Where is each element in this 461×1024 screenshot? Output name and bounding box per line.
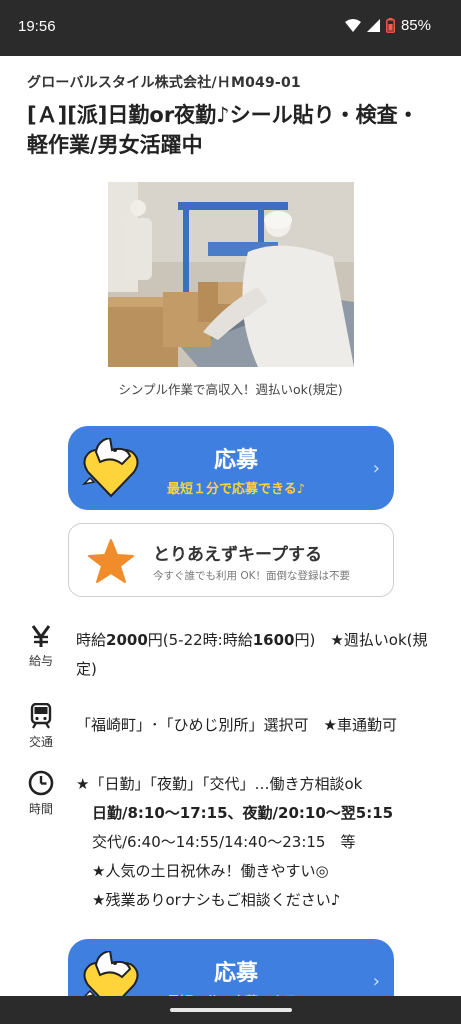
salary-amount: 2000 <box>106 631 148 649</box>
salary-text: 時給2000円(5-22時:時給1600円) ★週払いok(規定) <box>76 626 436 684</box>
company-name: グローバルスタイル株式会社/ＨM049-01 <box>27 75 301 91</box>
chevron-right-icon: › <box>372 971 380 992</box>
train-icon <box>26 703 56 729</box>
battery-percent: 85% <box>400 17 431 34</box>
clock-icon <box>26 770 56 796</box>
transport-label: 交通 <box>28 735 53 749</box>
home-handle[interactable] <box>170 1008 292 1012</box>
status-icons: 85% <box>344 17 431 34</box>
salary-prefix: 時給 <box>76 631 107 649</box>
hours-line-1: ★「日勤」「夜勤」「交代」…働き方相談ok <box>76 775 363 793</box>
yen-icon <box>26 624 56 648</box>
chevron-right-icon: › <box>372 458 380 479</box>
salary-amount-evening: 1600 <box>252 631 295 649</box>
salary-icon-block: 給与 <box>26 624 56 669</box>
battery-icon <box>386 18 395 33</box>
transport-icon-block: 交通 <box>26 703 56 750</box>
wifi-icon <box>344 19 361 32</box>
salary-label: 給与 <box>28 654 53 668</box>
apply-label: 応募 <box>213 961 258 986</box>
photo-caption: シンプル作業で高収入！週払いok(規定) <box>118 382 343 397</box>
job-photo <box>108 182 354 367</box>
salary-middle: 円(5-22時:時給 <box>147 631 253 649</box>
apply-button[interactable]: 応募 最短１分で応募できる♪ › <box>68 426 394 510</box>
star-icon <box>87 538 135 584</box>
status-time: 19:56 <box>18 18 56 35</box>
hours-line-5: ★残業ありorナシもご相談ください♪ <box>92 891 341 909</box>
job-title: [Ａ][派]日勤or夜勤♪シール貼り・検査・軽作業/男女活躍中 <box>27 103 419 157</box>
system-nav-bar <box>0 996 461 1024</box>
hours-line-4: ★人気の土日祝休み！働きやすい◎ <box>92 862 329 880</box>
apply-label: 応募 <box>213 448 258 473</box>
keep-sublabel: 今すぐ誰でも利用 OK！面倒な登録は不要 <box>153 570 350 582</box>
hours-text: ★「日勤」「夜勤」「交代」…働き方相談ok 日勤/8:10〜17:15、夜勤/2… <box>76 770 436 915</box>
hours-line-3: 交代/6:40〜14:55/14:40〜23:15 等 <box>92 833 356 851</box>
transport-text: 「福崎町」･「ひめじ別所」選択可 ★車通勤可 <box>76 716 397 734</box>
hours-line-2: 日勤/8:10〜17:15、夜勤/20:10〜翌5:15 <box>92 804 394 822</box>
status-bar: 19:56 85% <box>0 0 461 56</box>
apply-sublabel: 最短１分で応募できる♪ <box>166 482 306 497</box>
signal-icon <box>366 19 380 32</box>
keep-label: とりあえずキープする <box>153 545 322 565</box>
keep-button[interactable]: とりあえずキープする 今すぐ誰でも利用 OK！面倒な登録は不要 <box>68 523 394 597</box>
hours-label: 時間 <box>28 802 53 816</box>
hours-icon-block: 時間 <box>26 770 56 817</box>
